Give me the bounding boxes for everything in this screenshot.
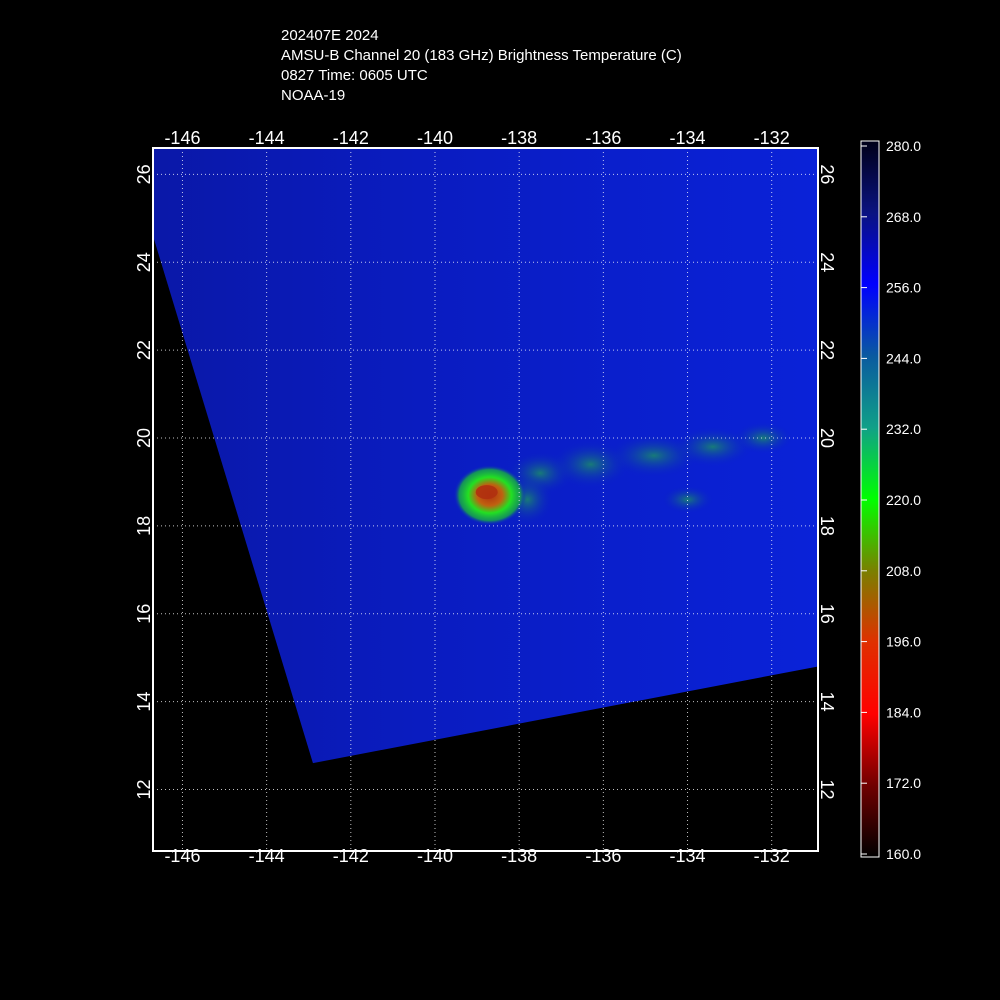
colorbar-tick-label: 268.0	[886, 209, 921, 225]
colorbar-tick-label: 232.0	[886, 421, 921, 437]
lat-tick-label-left: 24	[134, 252, 154, 272]
colorbar-tick-label: 280.0	[886, 138, 921, 154]
plot-area	[153, 148, 818, 851]
lon-tick-label-bottom: -132	[754, 846, 790, 866]
colorbar: 280.0 268.0 256.0 244.0 232.0 220.0 208.0 196.0…	[860, 138, 921, 862]
lat-tick-label-right: 20	[817, 428, 837, 448]
lon-tick-label-top: -138	[501, 128, 537, 148]
colorbar-tick-label: 256.0	[886, 280, 921, 296]
lat-tick-label-left: 20	[134, 428, 154, 448]
lon-tick-label-bottom: -140	[417, 846, 453, 866]
lon-tick-label-bottom: -144	[249, 846, 285, 866]
cold-core-center	[475, 485, 498, 500]
lat-tick-label-right: 24	[817, 252, 837, 272]
lat-tick-label-right: 16	[817, 604, 837, 624]
colorbar-tick-label: 184.0	[886, 704, 921, 720]
cold-core-feature	[453, 465, 526, 526]
lon-tick-label-top: -142	[333, 128, 369, 148]
colorbar-scale	[860, 140, 880, 858]
lat-tick-label-right: 12	[817, 779, 837, 799]
lat-tick-label-left: 26	[134, 164, 154, 184]
lat-tick-label-left: 14	[134, 692, 154, 712]
rainband-patch	[733, 421, 794, 454]
lon-tick-label-bottom: -146	[164, 846, 200, 866]
rainband-patch	[661, 485, 714, 514]
lat-tick-label-left: 12	[134, 779, 154, 799]
colorbar-tick-label: 160.0	[886, 846, 921, 862]
lon-tick-label-top: -136	[585, 128, 621, 148]
colorbar-tick-label: 244.0	[886, 350, 921, 366]
lon-tick-label-bottom: -134	[670, 846, 706, 866]
lat-tick-label-right: 18	[817, 516, 837, 536]
lon-tick-label-bottom: -136	[585, 846, 621, 866]
lat-tick-label-left: 22	[134, 340, 154, 360]
lat-tick-label-right: 22	[817, 340, 837, 360]
lat-tick-label-right: 26	[817, 164, 837, 184]
colorbar-tick-label: 172.0	[886, 775, 921, 791]
lon-tick-label-bottom: -138	[501, 846, 537, 866]
lon-tick-label-bottom: -142	[333, 846, 369, 866]
lon-tick-label-top: -132	[754, 128, 790, 148]
lat-tick-label-left: 18	[134, 516, 154, 536]
map-figure: -146 -146 -144 -144 -142 -142 -140 -140 -138 -138…	[134, 128, 921, 866]
lat-tick-label-left: 16	[134, 604, 154, 624]
lon-tick-label-top: -146	[164, 128, 200, 148]
lon-tick-label-top: -140	[417, 128, 453, 148]
colorbar-tick-label: 220.0	[886, 492, 921, 508]
lon-tick-label-top: -144	[249, 128, 285, 148]
lon-tick-label-top: -134	[670, 128, 706, 148]
colorbar-tick-label: 208.0	[886, 563, 921, 579]
lat-tick-label-right: 14	[817, 692, 837, 712]
colorbar-tick-label: 196.0	[886, 634, 921, 650]
